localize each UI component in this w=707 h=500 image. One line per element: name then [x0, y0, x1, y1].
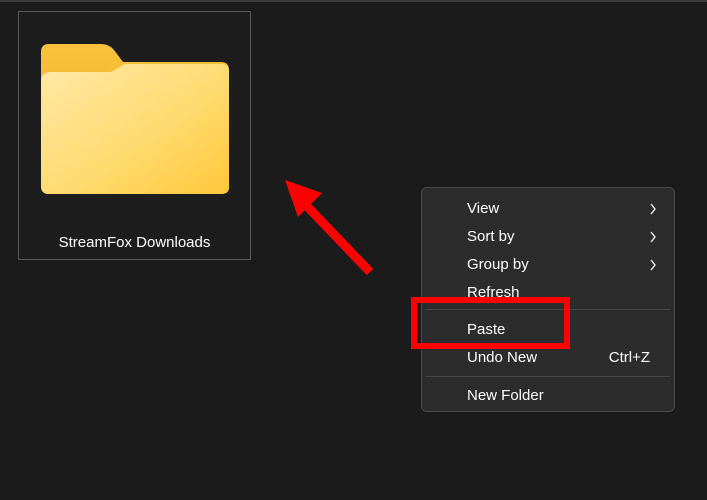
menu-item-label: View [467, 200, 500, 217]
folder-icon [41, 44, 229, 194]
menu-item-label: Group by [467, 256, 529, 273]
menu-item-label: New Folder [467, 387, 544, 404]
chevron-right-icon [650, 259, 656, 271]
menu-item-label: Sort by [467, 228, 515, 245]
chevron-right-icon [650, 203, 656, 215]
menu-item-group-by[interactable]: Group by [426, 252, 670, 278]
folder-name[interactable]: StreamFox Downloads [19, 234, 250, 251]
menu-item-sort-by[interactable]: Sort by [426, 224, 670, 250]
menu-item-view[interactable]: View [426, 196, 670, 222]
red-arrow-annotation [285, 180, 374, 276]
menu-item-new-folder[interactable]: New Folder [426, 383, 670, 409]
menu-item-shortcut: Ctrl+Z [608, 349, 650, 366]
chevron-right-icon [650, 231, 656, 243]
menu-separator [426, 376, 670, 377]
folder-item[interactable]: StreamFox Downloads [18, 11, 251, 260]
paste-highlight-box [411, 297, 570, 349]
window-top-border [0, 0, 707, 2]
